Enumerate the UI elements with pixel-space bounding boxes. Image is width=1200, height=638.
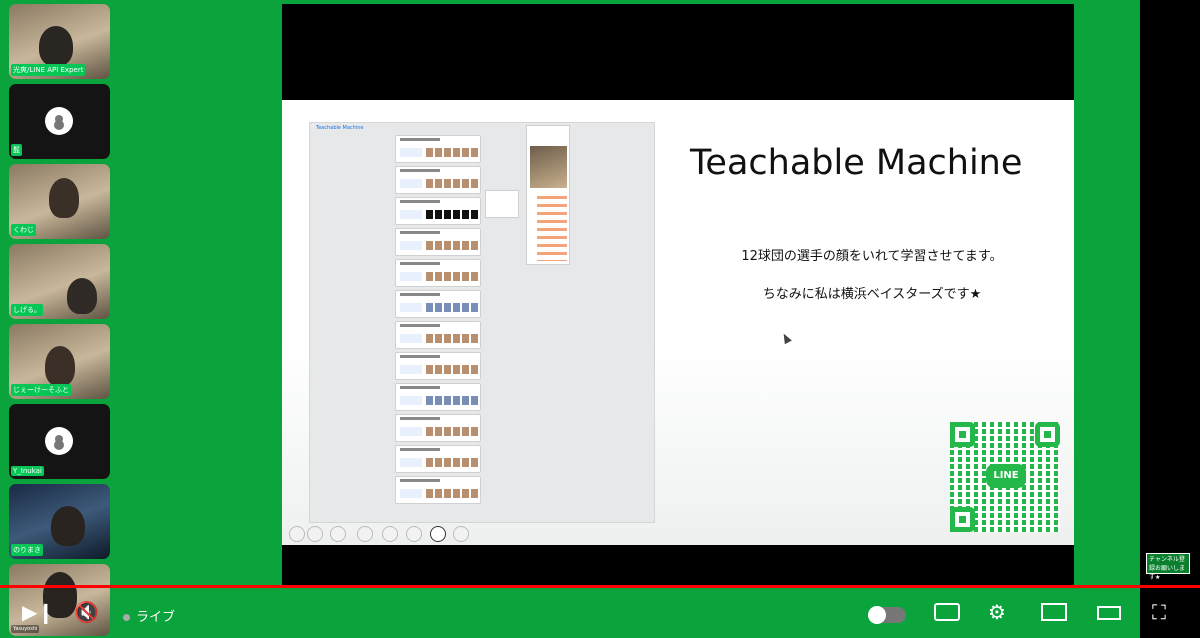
class-card xyxy=(395,228,481,256)
class-card xyxy=(395,445,481,473)
participant-name: じぇーけーそふと xyxy=(11,384,71,396)
screenshot-title: Teachable Machine xyxy=(316,125,364,131)
participant-video xyxy=(45,346,75,386)
autoplay-toggle[interactable] xyxy=(868,606,906,624)
more-icon[interactable] xyxy=(453,526,469,542)
class-card xyxy=(395,383,481,411)
channel-subscribe-badge[interactable]: チャンネル登録お願いします★ xyxy=(1146,553,1190,581)
avatar-icon xyxy=(45,107,73,135)
participant-tile: じぇーけーそふと xyxy=(9,324,110,399)
preview-panel xyxy=(526,125,570,265)
live-label: ライブ xyxy=(136,610,176,625)
class-card xyxy=(395,290,481,318)
subtitles-icon[interactable] xyxy=(934,603,960,621)
participant-name: しげる。 xyxy=(11,304,43,316)
player-controls: ▶❙ 🔇 ライブ ⚙ ⛶ xyxy=(0,590,1200,638)
mouse-cursor-icon xyxy=(780,331,792,345)
live-indicator[interactable]: ライブ xyxy=(123,606,175,625)
miniplayer-icon[interactable] xyxy=(1041,603,1067,621)
participant-video xyxy=(51,506,85,546)
class-card xyxy=(395,259,481,287)
participant-tile: 光爽/LINE API Expert xyxy=(9,4,110,79)
participant-name: くわじ xyxy=(11,224,36,236)
class-card xyxy=(395,321,481,349)
participant-tile: のりまき xyxy=(9,484,110,559)
slide-text-line: 12球団の選手の顔をいれて学習させてます。 xyxy=(741,249,1003,264)
participant-name: 髭 xyxy=(11,144,22,156)
video-stage[interactable]: 光爽/LINE API Expert 髭 くわじ しげる。 じぇーけーそふと Y… xyxy=(0,0,1200,638)
participant-name: Y_Inukai xyxy=(11,466,44,476)
right-black-strip xyxy=(1140,0,1200,638)
slide-text-line: ちなみに私は横浜ベイスターズです★ xyxy=(762,287,982,302)
line-logo: LINE xyxy=(986,464,1026,488)
class-card xyxy=(395,352,481,380)
progress-bar[interactable] xyxy=(0,585,1200,588)
participant-tile: くわじ xyxy=(9,164,110,239)
mute-icon[interactable]: 🔇 xyxy=(74,602,99,622)
class-card xyxy=(395,135,481,163)
slides-icon[interactable] xyxy=(357,526,373,542)
participant-video xyxy=(49,178,79,218)
screen-share-top-letterbox xyxy=(282,4,1074,100)
fullscreen-icon[interactable]: ⛶ xyxy=(1152,602,1166,622)
class-card xyxy=(395,197,481,225)
shared-slide: Teachable Machine Teachable Machine 12球団… xyxy=(282,100,1074,545)
next-icon[interactable] xyxy=(307,526,323,542)
participant-tile: しげる。 xyxy=(9,244,110,319)
line-qr-code: LINE xyxy=(950,422,1060,532)
participant-name: のりまき xyxy=(11,544,43,556)
zoom-icon[interactable] xyxy=(382,526,398,542)
participant-video xyxy=(39,26,73,66)
class-card xyxy=(395,166,481,194)
training-panel xyxy=(485,190,519,218)
participant-video xyxy=(67,278,97,314)
camera-icon[interactable] xyxy=(430,526,446,542)
prev-icon[interactable] xyxy=(289,526,305,542)
class-card xyxy=(395,414,481,442)
participant-tile: Y_Inukai xyxy=(9,404,110,479)
live-dot-icon xyxy=(123,614,130,621)
pen-icon[interactable] xyxy=(330,526,346,542)
subtitles-icon[interactable] xyxy=(406,526,422,542)
settings-icon[interactable]: ⚙ xyxy=(988,602,1006,622)
play-next-icon[interactable]: ▶❙ xyxy=(22,602,54,622)
participant-tile: 髭 xyxy=(9,84,110,159)
theater-icon[interactable] xyxy=(1097,606,1121,620)
participant-name: 光爽/LINE API Expert xyxy=(11,64,86,76)
teachable-machine-screenshot: Teachable Machine xyxy=(289,122,655,542)
avatar-icon xyxy=(45,427,73,455)
class-card xyxy=(395,476,481,504)
slide-title: Teachable Machine xyxy=(690,143,1023,183)
screen-share-bottom-letterbox xyxy=(282,545,1074,585)
